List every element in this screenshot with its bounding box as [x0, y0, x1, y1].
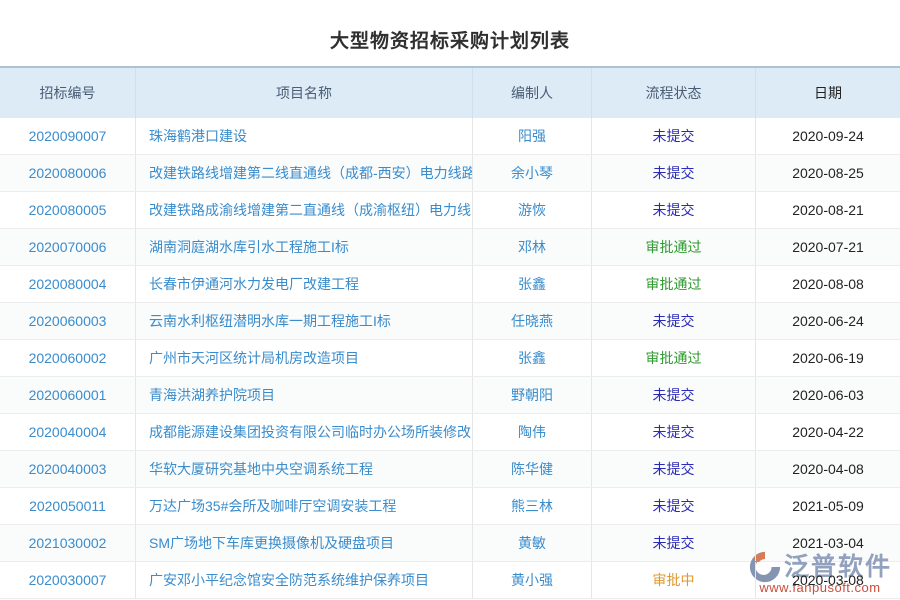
table-row[interactable]: 2020060001 青海洪湖养护院项目 野朝阳 未提交 2020-06-03: [0, 377, 900, 414]
cell-status: 未提交: [592, 155, 756, 191]
cell-status: 未提交: [592, 414, 756, 450]
table-row[interactable]: 2020090007 珠海鹤港口建设 阳强 未提交 2020-09-24: [0, 118, 900, 155]
cell-project-name[interactable]: 改建铁路线增建第二线直通线（成都-西安）电力线路...: [136, 155, 473, 191]
cell-project-name[interactable]: 成都能源建设集团投资有限公司临时办公场所装修改...: [136, 414, 473, 450]
cell-date: 2020-08-21: [756, 192, 900, 228]
column-header-bid-number: 招标编号: [0, 68, 136, 118]
cell-status: 审批通过: [592, 229, 756, 265]
cell-date: 2021-03-04: [756, 525, 900, 561]
cell-bid-number[interactable]: 2020080004: [0, 266, 136, 302]
cell-project-name[interactable]: 改建铁路成渝线增建第二直通线（成渝枢纽）电力线...: [136, 192, 473, 228]
cell-author: 张鑫: [473, 340, 592, 376]
cell-bid-number[interactable]: 2020050011: [0, 488, 136, 524]
cell-author: 野朝阳: [473, 377, 592, 413]
cell-date: 2020-09-24: [756, 118, 900, 154]
cell-project-name[interactable]: 华软大厦研究基地中央空调系统工程: [136, 451, 473, 487]
table-row[interactable]: 2020030007 广安邓小平纪念馆安全防范系统维护保养项目 黄小强 审批中 …: [0, 562, 900, 599]
cell-author: 陈华健: [473, 451, 592, 487]
cell-author: 熊三林: [473, 488, 592, 524]
cell-bid-number[interactable]: 2020080006: [0, 155, 136, 191]
cell-author: 邓林: [473, 229, 592, 265]
column-header-author: 编制人: [473, 68, 592, 118]
cell-date: 2020-08-25: [756, 155, 900, 191]
table-row[interactable]: 2020060002 广州市天河区统计局机房改造项目 张鑫 审批通过 2020-…: [0, 340, 900, 377]
cell-bid-number[interactable]: 2020040003: [0, 451, 136, 487]
table-row[interactable]: 2020080006 改建铁路线增建第二线直通线（成都-西安）电力线路... 余…: [0, 155, 900, 192]
cell-status: 未提交: [592, 525, 756, 561]
procurement-plan-page: 大型物资招标采购计划列表 招标编号 项目名称 编制人 流程状态 日期 20200…: [0, 0, 900, 600]
cell-status: 未提交: [592, 303, 756, 339]
table-header-row: 招标编号 项目名称 编制人 流程状态 日期: [0, 66, 900, 118]
table-row[interactable]: 2020050011 万达广场35#会所及咖啡厅空调安装工程 熊三林 未提交 2…: [0, 488, 900, 525]
cell-bid-number[interactable]: 2020060001: [0, 377, 136, 413]
cell-status: 审批通过: [592, 340, 756, 376]
cell-author: 阳强: [473, 118, 592, 154]
cell-author: 张鑫: [473, 266, 592, 302]
cell-author: 黄小强: [473, 562, 592, 598]
cell-status: 审批中: [592, 562, 756, 598]
cell-date: 2020-06-24: [756, 303, 900, 339]
cell-project-name[interactable]: 青海洪湖养护院项目: [136, 377, 473, 413]
cell-author: 任晓燕: [473, 303, 592, 339]
cell-status: 未提交: [592, 488, 756, 524]
cell-bid-number[interactable]: 2020060002: [0, 340, 136, 376]
cell-date: 2020-04-22: [756, 414, 900, 450]
cell-project-name[interactable]: 广安邓小平纪念馆安全防范系统维护保养项目: [136, 562, 473, 598]
cell-project-name[interactable]: 长春市伊通河水力发电厂改建工程: [136, 266, 473, 302]
column-header-status: 流程状态: [592, 68, 756, 118]
cell-status: 未提交: [592, 451, 756, 487]
table-body: 2020090007 珠海鹤港口建设 阳强 未提交 2020-09-24 202…: [0, 118, 900, 599]
cell-date: 2020-03-08: [756, 562, 900, 598]
table-row[interactable]: 2020080004 长春市伊通河水力发电厂改建工程 张鑫 审批通过 2020-…: [0, 266, 900, 303]
cell-project-name[interactable]: 珠海鹤港口建设: [136, 118, 473, 154]
cell-date: 2020-06-03: [756, 377, 900, 413]
cell-bid-number[interactable]: 2020080005: [0, 192, 136, 228]
cell-project-name[interactable]: 湖南洞庭湖水库引水工程施工I标: [136, 229, 473, 265]
procurement-table: 招标编号 项目名称 编制人 流程状态 日期 2020090007 珠海鹤港口建设…: [0, 66, 900, 599]
table-row[interactable]: 2020080005 改建铁路成渝线增建第二直通线（成渝枢纽）电力线... 游恢…: [0, 192, 900, 229]
cell-project-name[interactable]: 万达广场35#会所及咖啡厅空调安装工程: [136, 488, 473, 524]
cell-date: 2020-04-08: [756, 451, 900, 487]
page-title: 大型物资招标采购计划列表: [0, 0, 900, 66]
table-row[interactable]: 2020040003 华软大厦研究基地中央空调系统工程 陈华健 未提交 2020…: [0, 451, 900, 488]
cell-author: 陶伟: [473, 414, 592, 450]
cell-date: 2020-06-19: [756, 340, 900, 376]
table-row[interactable]: 2021030002 SM广场地下车库更换摄像机及硬盘项目 黄敏 未提交 202…: [0, 525, 900, 562]
cell-date: 2021-05-09: [756, 488, 900, 524]
cell-bid-number[interactable]: 2020030007: [0, 562, 136, 598]
table-row[interactable]: 2020040004 成都能源建设集团投资有限公司临时办公场所装修改... 陶伟…: [0, 414, 900, 451]
cell-date: 2020-07-21: [756, 229, 900, 265]
cell-project-name[interactable]: 广州市天河区统计局机房改造项目: [136, 340, 473, 376]
cell-date: 2020-08-08: [756, 266, 900, 302]
cell-bid-number[interactable]: 2020070006: [0, 229, 136, 265]
table-row[interactable]: 2020070006 湖南洞庭湖水库引水工程施工I标 邓林 审批通过 2020-…: [0, 229, 900, 266]
column-header-project-name: 项目名称: [136, 68, 473, 118]
cell-bid-number[interactable]: 2021030002: [0, 525, 136, 561]
cell-status: 未提交: [592, 377, 756, 413]
cell-bid-number[interactable]: 2020090007: [0, 118, 136, 154]
cell-bid-number[interactable]: 2020060003: [0, 303, 136, 339]
cell-bid-number[interactable]: 2020040004: [0, 414, 136, 450]
cell-author: 游恢: [473, 192, 592, 228]
cell-author: 黄敏: [473, 525, 592, 561]
table-row[interactable]: 2020060003 云南水利枢纽潜明水库一期工程施工I标 任晓燕 未提交 20…: [0, 303, 900, 340]
cell-status: 审批通过: [592, 266, 756, 302]
cell-project-name[interactable]: 云南水利枢纽潜明水库一期工程施工I标: [136, 303, 473, 339]
cell-author: 余小琴: [473, 155, 592, 191]
column-header-date: 日期: [756, 68, 900, 118]
cell-status: 未提交: [592, 192, 756, 228]
cell-project-name[interactable]: SM广场地下车库更换摄像机及硬盘项目: [136, 525, 473, 561]
cell-status: 未提交: [592, 118, 756, 154]
